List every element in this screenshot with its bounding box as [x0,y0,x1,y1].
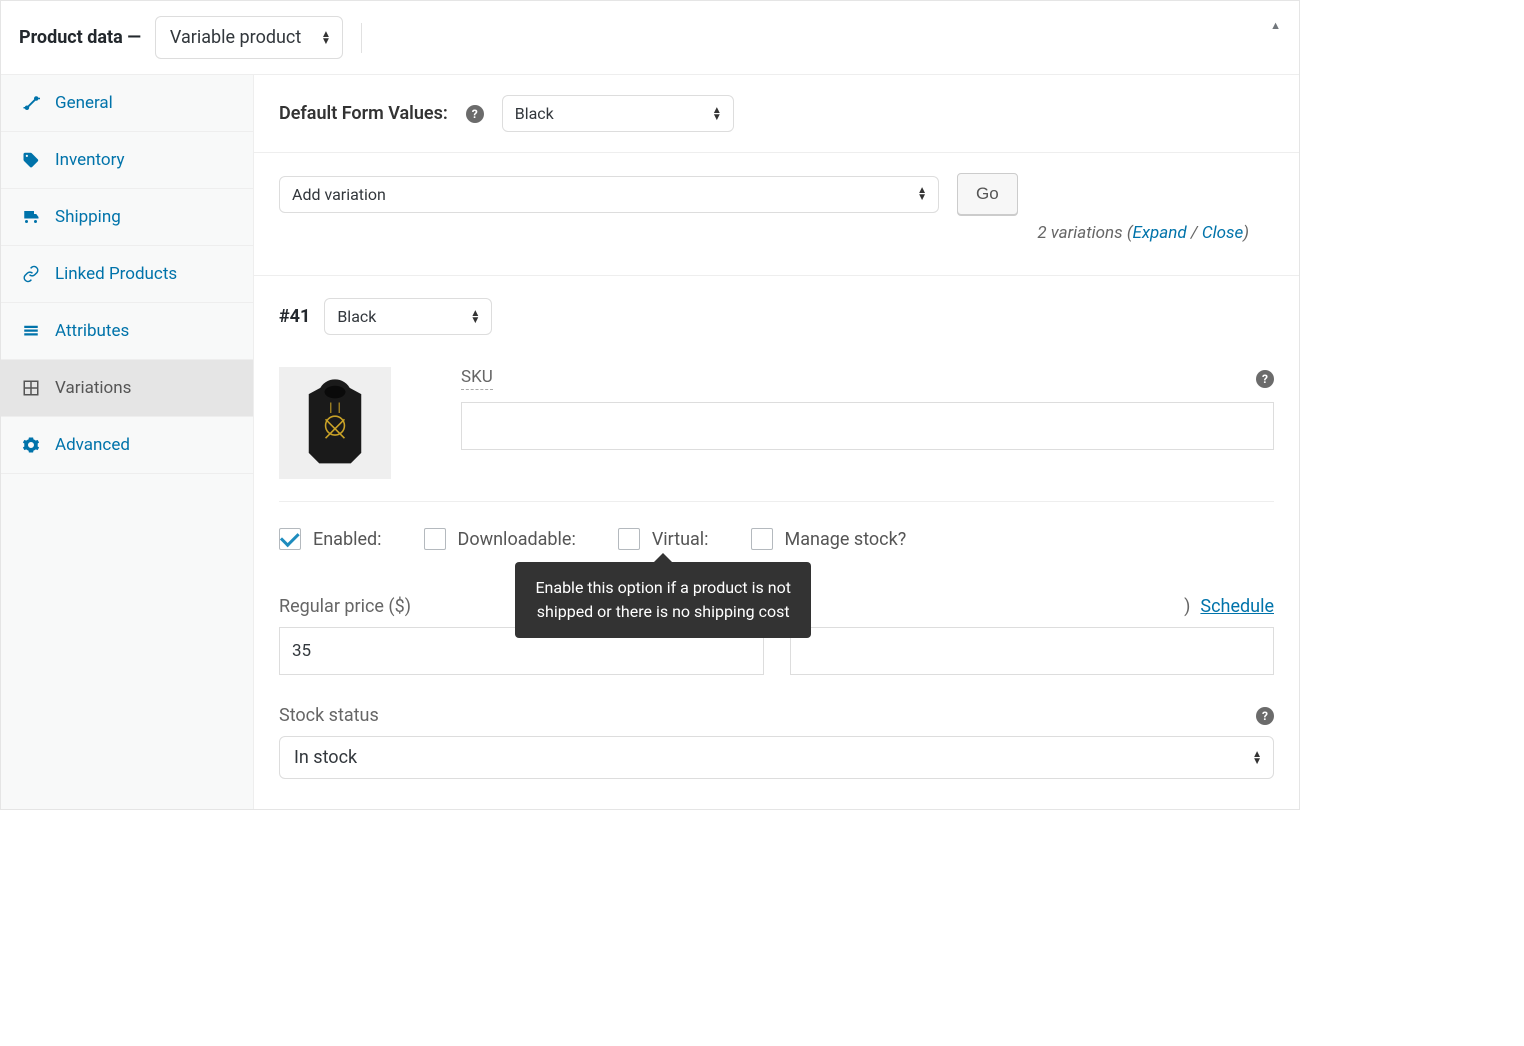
tab-shipping[interactable]: Shipping [1,189,253,246]
link-icon [21,264,41,284]
expand-link[interactable]: Expand [1132,223,1186,243]
help-icon[interactable]: ? [1256,370,1274,388]
go-button[interactable]: Go [957,173,1018,215]
tab-inventory-label: Inventory [55,150,125,170]
manage-stock-checkbox[interactable] [751,528,773,550]
downloadable-label: Downloadable: [458,529,576,550]
virtual-checkbox[interactable] [618,528,640,550]
list-icon [21,321,41,341]
variation-count: 2 variations [1037,223,1122,243]
schedule-link[interactable]: Schedule [1200,596,1274,617]
default-form-label: Default Form Values: [279,103,448,124]
variation-action-select[interactable]: Add variation [279,176,939,213]
tab-linked-label: Linked Products [55,264,177,284]
tag-icon [21,150,41,170]
sku-input[interactable] [461,402,1274,450]
tab-attributes-label: Attributes [55,321,129,341]
downloadable-checkbox[interactable] [424,528,446,550]
help-icon[interactable]: ? [466,105,484,123]
tab-shipping-label: Shipping [55,207,121,227]
virtual-label: Virtual: [652,529,709,550]
panel-title: Product data — [19,27,141,48]
tab-variations[interactable]: Variations [1,360,253,417]
variation-summary: 2 variations (Expand / Close) [279,215,1274,243]
divider [361,23,362,53]
product-type-select[interactable]: Variable product [155,16,343,59]
tab-advanced[interactable]: Advanced [1,417,253,474]
stock-status-label: Stock status [279,705,379,726]
tab-inventory[interactable]: Inventory [1,132,253,189]
sale-price-suffix: ) [1184,596,1190,617]
stock-status-select[interactable]: In stock [279,736,1274,779]
variation-header[interactable]: #41 Black ▲▼ [254,276,1299,357]
tab-general-label: General [55,93,113,113]
wrench-icon [21,93,41,113]
tab-variations-label: Variations [55,378,131,398]
manage-stock-label: Manage stock? [785,529,907,550]
enabled-checkbox[interactable] [279,528,301,550]
content-panel: Default Form Values: ? Black ▲▼ Add vari… [254,75,1299,809]
divider [279,501,1274,502]
close-link[interactable]: Close [1202,223,1243,243]
help-icon[interactable]: ? [1256,707,1274,725]
sale-price-input[interactable] [790,627,1275,675]
default-form-select[interactable]: Black [502,95,734,132]
tab-attributes[interactable]: Attributes [1,303,253,360]
hoodie-icon [293,373,377,473]
variation-id: #41 [279,306,310,327]
tab-linked-products[interactable]: Linked Products [1,246,253,303]
tab-general[interactable]: General [1,75,253,132]
sidebar-tabs: General Inventory Shipping Linked Produc… [1,75,254,809]
collapse-icon[interactable]: ▲ [1270,19,1281,32]
tab-advanced-label: Advanced [55,435,130,455]
truck-icon [21,207,41,227]
panel-header: Product data — Variable product ▲▼ ▲ [1,1,1299,75]
virtual-tooltip: Enable this option if a product is not s… [515,562,811,638]
variation-image[interactable] [279,367,391,479]
grid-icon [21,378,41,398]
variation-attribute-select[interactable]: Black [324,298,492,335]
enabled-label: Enabled: [313,529,382,550]
sku-label: SKU [461,367,493,390]
gear-icon [21,435,41,455]
